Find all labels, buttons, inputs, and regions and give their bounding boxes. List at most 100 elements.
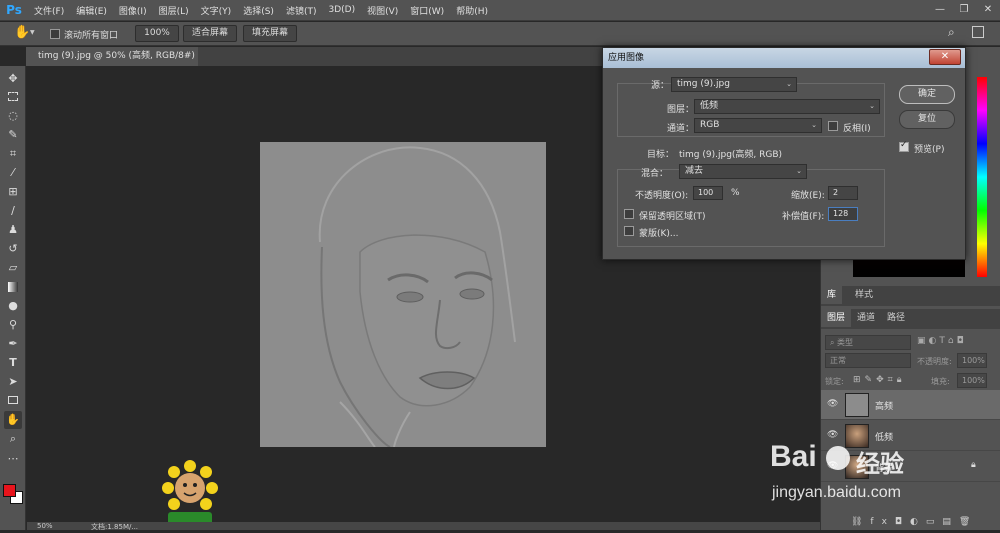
lock-label: 锁定:	[825, 377, 844, 386]
hand-tool-icon[interactable]: ✋	[4, 411, 22, 429]
rectangle-tool-icon[interactable]	[4, 392, 22, 410]
layer-filter-icons[interactable]: ▣◐T⌂◘	[917, 336, 967, 346]
menu-3d[interactable]: 3D(D)	[322, 5, 361, 15]
blending-label: 混合：	[641, 169, 669, 179]
zoom-100-button[interactable]: 100%	[135, 25, 179, 42]
hue-slider[interactable]	[977, 77, 987, 277]
library-panel-header: 库 样式	[821, 286, 1000, 306]
type-tool-icon[interactable]: T	[4, 354, 22, 372]
reset-button[interactable]: 复位	[899, 110, 955, 129]
workspace-icon[interactable]	[972, 26, 984, 38]
document-tab[interactable]: timg (9).jpg @ 50% (高频, RGB/8#) * ×	[26, 47, 198, 80]
gradient-tool-icon[interactable]	[4, 278, 22, 296]
lasso-tool-icon[interactable]: ◌	[4, 107, 22, 125]
channel-select[interactable]: RGB ⌄	[694, 118, 822, 133]
zoom-tool-icon[interactable]: ⌕	[4, 430, 22, 448]
move-tool-icon[interactable]: ✥	[4, 70, 22, 88]
healing-brush-tool-icon[interactable]: ⊞	[4, 183, 22, 201]
document-info: 文档:1.85M/...	[91, 523, 139, 531]
eraser-tool-icon[interactable]: ▱	[4, 259, 22, 277]
restore-button[interactable]: ❐	[952, 0, 976, 21]
blur-tool-icon[interactable]: ●	[4, 297, 22, 315]
pen-tool-icon[interactable]: ✒	[4, 335, 22, 353]
history-brush-tool-icon[interactable]: ↺	[4, 240, 22, 258]
fill-field[interactable]: 100%	[957, 373, 987, 388]
minimize-button[interactable]: —	[928, 0, 952, 21]
lock-icons[interactable]: ⊞✎✥⌗🔒︎	[853, 375, 905, 385]
opacity-input[interactable]: 100	[693, 186, 723, 200]
eyedropper-tool-icon[interactable]: ⁄	[4, 164, 22, 182]
menu-type[interactable]: 文字(Y)	[195, 4, 238, 17]
dialog-close-button[interactable]: ✕	[929, 49, 961, 65]
options-bar: ✋ ▼ 滚动所有窗口 100% 适合屏幕 填充屏幕 ⌕	[0, 22, 1000, 46]
menu-image[interactable]: 图像(I)	[113, 4, 153, 17]
dialog-title: 应用图像	[603, 48, 965, 68]
quick-select-tool-icon[interactable]: ✎	[4, 126, 22, 144]
menu-filter[interactable]: 滤镜(T)	[280, 4, 323, 17]
scroll-all-windows-label: 滚动所有窗口	[64, 31, 119, 41]
portrait-high-pass-image[interactable]	[260, 142, 546, 447]
tools-panel: ✥ ◌ ✎ ⌗ ⁄ ⊞ ∕ ♟ ↺ ▱ ● ⚲ ✒ T ➤ ✋ ⌕ ⋯	[0, 66, 26, 530]
brush-tool-icon[interactable]: ∕	[4, 202, 22, 220]
preview-checkbox[interactable]	[899, 140, 909, 152]
more-tools-icon[interactable]: ⋯	[4, 450, 22, 468]
eye-icon[interactable]: 👁︎	[827, 399, 839, 409]
menu-bar: Ps 文件(F) 编辑(E) 图像(I) 图层(L) 文字(Y) 选择(S) 滤…	[0, 0, 1000, 21]
zoom-readout[interactable]: 50%	[37, 522, 53, 530]
menu-help[interactable]: 帮助(H)	[450, 4, 494, 17]
menu-select[interactable]: 选择(S)	[237, 4, 280, 17]
scale-label: 缩放(E):	[791, 191, 825, 201]
foreground-color-swatch[interactable]	[3, 484, 16, 497]
target-label: 目标：	[647, 150, 675, 160]
fit-screen-button[interactable]: 适合屏幕	[183, 25, 237, 42]
offset-label: 补偿值(F):	[782, 212, 825, 222]
crop-tool-icon[interactable]: ⌗	[4, 145, 22, 163]
eye-icon[interactable]: 👁︎	[827, 430, 839, 440]
blend-mode-select[interactable]: 正常	[825, 353, 911, 368]
fill-screen-button[interactable]: 填充屏幕	[243, 25, 297, 42]
opacity-label: 不透明度(O):	[635, 191, 689, 201]
baidu-jingyan-watermark: Bai 经验 jingyan.baidu.com	[770, 440, 970, 520]
blending-select[interactable]: 减去 ⌄	[679, 164, 807, 179]
clone-stamp-tool-icon[interactable]: ♟	[4, 221, 22, 239]
menu-window[interactable]: 窗口(W)	[404, 4, 450, 17]
offset-input[interactable]: 128	[828, 207, 858, 221]
layer-label: 图层：	[667, 105, 695, 115]
close-window-button[interactable]: ✕	[976, 0, 1000, 21]
search-icon[interactable]: ⌕	[948, 25, 955, 40]
paw-icon	[826, 446, 850, 470]
menu-edit[interactable]: 编辑(E)	[70, 4, 113, 17]
source-select[interactable]: timg (9).jpg ⌄	[671, 77, 797, 92]
layer-kind-filter[interactable]: ⌕ 类型	[825, 335, 911, 350]
menu-view[interactable]: 视图(V)	[361, 4, 404, 17]
channel-label: 通道：	[667, 124, 695, 134]
ok-button[interactable]: 确定	[899, 85, 955, 104]
menu-file[interactable]: 文件(F)	[28, 4, 70, 17]
fill-label: 填充:	[931, 377, 950, 386]
dialog-body: 源： timg (9).jpg ⌄ 图层： 低频 ⌄ 通道： RGB ⌄ 反相(I) …	[607, 69, 961, 256]
scroll-all-windows-checkbox[interactable]	[50, 29, 60, 39]
invert-checkbox[interactable]	[828, 121, 838, 131]
mask-checkbox[interactable]	[624, 226, 634, 236]
preserve-transparency-checkbox[interactable]	[624, 209, 634, 219]
path-selection-tool-icon[interactable]: ➤	[4, 373, 22, 391]
layer-select-value: 低频	[700, 101, 719, 111]
layer-opacity-field[interactable]: 100%	[957, 353, 987, 368]
tab-channels[interactable]: 通道	[851, 309, 881, 327]
chevron-down-icon[interactable]: ▼	[30, 29, 35, 36]
tab-paths[interactable]: 路径	[881, 309, 911, 327]
tab-library[interactable]: 库	[821, 286, 843, 304]
tab-layers[interactable]: 图层	[821, 309, 852, 327]
preserve-transparency-label: 保留透明区域(T)	[639, 212, 706, 222]
channel-select-value: RGB	[700, 120, 720, 130]
scale-input[interactable]: 2	[828, 186, 858, 200]
chevron-down-icon: ⌄	[786, 80, 792, 88]
mask-label[interactable]: 蒙版(K)...	[639, 226, 679, 239]
hand-tool-icon[interactable]: ✋	[14, 25, 30, 40]
menu-layer[interactable]: 图层(L)	[153, 4, 195, 17]
marquee-tool-icon[interactable]	[4, 88, 22, 106]
tab-styles[interactable]: 样式	[849, 286, 879, 304]
layer-row-high-frequency[interactable]: 👁︎ 高频	[821, 390, 1000, 420]
layer-select[interactable]: 低频 ⌄	[694, 99, 880, 114]
dodge-tool-icon[interactable]: ⚲	[4, 316, 22, 334]
